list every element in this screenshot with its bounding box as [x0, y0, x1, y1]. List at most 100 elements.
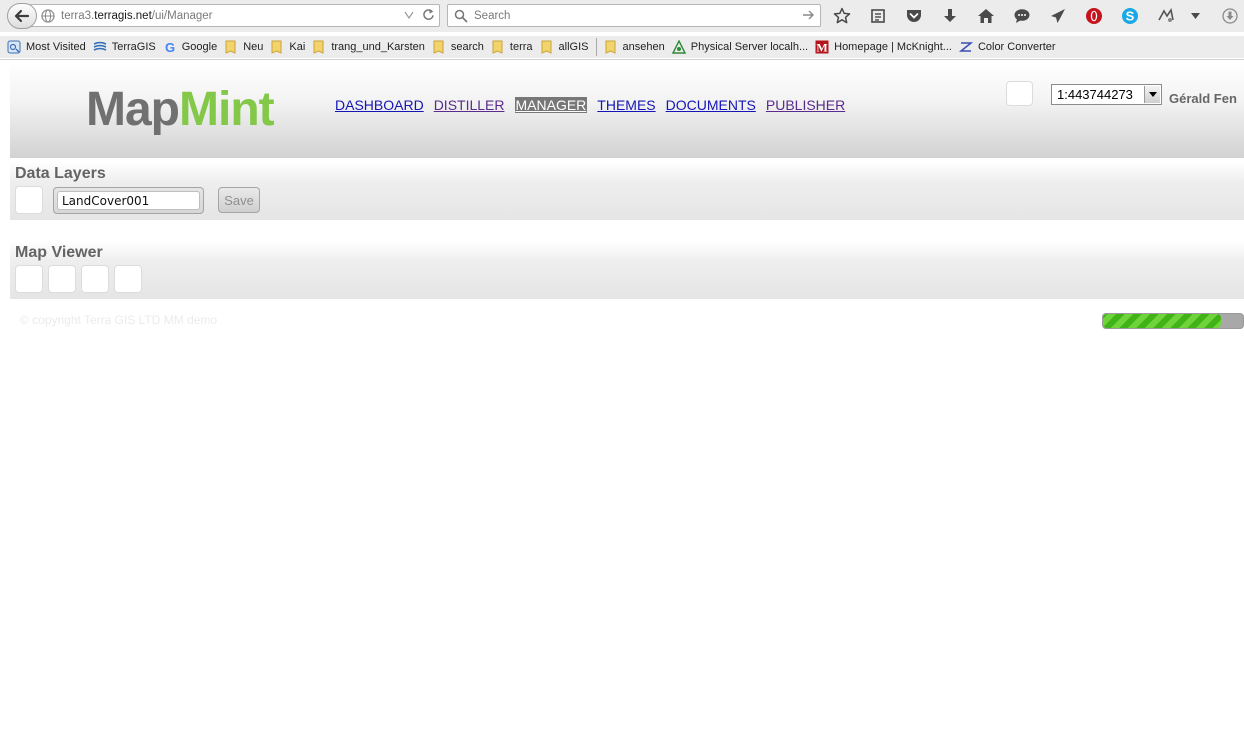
mcknight-icon: M	[815, 40, 829, 54]
bookmark-label: Physical Server localh...	[690, 41, 809, 53]
bookmark-folder-allgis[interactable]: allGIS	[540, 37, 589, 57]
bookmark-label: Google	[181, 41, 218, 53]
folder-icon	[433, 40, 444, 54]
folder-icon	[605, 40, 616, 54]
bookmark-label: ansehen	[622, 41, 665, 53]
save-button[interactable]: Save	[218, 187, 260, 213]
pocket-icon[interactable]	[902, 4, 926, 28]
svg-text:M: M	[816, 41, 827, 55]
bookmark-terragis[interactable]: TerraGIS	[93, 37, 156, 57]
mapmint-logo[interactable]: MapMint	[86, 83, 275, 136]
data-layers-panel: Data Layers Save	[10, 162, 1244, 220]
extension-icon[interactable]	[1154, 4, 1178, 28]
bookmark-color-converter[interactable]: Color Converter	[958, 37, 1056, 57]
bookmark-label: TerraGIS	[111, 41, 156, 53]
layer-name-input[interactable]	[57, 191, 200, 210]
map-viewer-title: Map Viewer	[15, 244, 103, 261]
nav-distiller[interactable]: DISTILLER	[434, 97, 505, 113]
reload-icon[interactable]	[422, 8, 435, 21]
search-icon	[454, 9, 468, 23]
bookmark-star-icon[interactable]	[830, 4, 854, 28]
back-button[interactable]	[7, 3, 37, 29]
scale-select[interactable]: 1:443744273	[1051, 84, 1162, 105]
bookmark-folder-search[interactable]: search	[432, 37, 484, 57]
browser-toolbar: S	[830, 4, 1244, 28]
folder-icon	[313, 40, 324, 54]
url-path: /ui/Manager	[151, 9, 213, 22]
url-host: terragis.net	[94, 9, 152, 22]
dropdown-arrow-icon[interactable]	[404, 11, 414, 19]
data-layers-tool-button[interactable]	[15, 186, 43, 214]
svg-text:S: S	[1126, 9, 1135, 24]
server-icon	[671, 40, 686, 54]
search-go-arrow-icon[interactable]	[801, 8, 815, 22]
folder-icon	[271, 40, 282, 54]
chat-icon[interactable]	[1010, 4, 1034, 28]
bookmark-mcknight-homepage[interactable]: M Homepage | McKnight...	[815, 37, 952, 57]
bookmark-folder-kai[interactable]: Kai	[270, 37, 305, 57]
bookmark-label: search	[450, 41, 484, 53]
url-tools	[404, 8, 435, 21]
skype-icon[interactable]: S	[1118, 4, 1142, 28]
most-visited-icon	[7, 40, 21, 54]
scale-dropdown-arrow-icon[interactable]	[1144, 86, 1160, 103]
bookmark-label: Color Converter	[977, 41, 1056, 53]
search-input[interactable]: Search	[474, 10, 510, 22]
browser-navbar: terra3.terragis.net/ui/Manager Search S	[0, 0, 1244, 32]
color-converter-icon	[958, 42, 973, 52]
bookmark-label: Kai	[289, 41, 306, 53]
map-viewer-panel: Map Viewer	[10, 241, 1244, 299]
bookmark-separator	[595, 38, 597, 56]
bookmark-physical-server[interactable]: Physical Server localh...	[671, 37, 809, 57]
bookmark-folder-trang-und-karsten[interactable]: trang_und_Karsten	[312, 37, 425, 57]
url-text: terra3.terragis.net/ui/Manager	[61, 10, 213, 22]
main-nav: DASHBOARD DISTILLER MANAGER THEMES DOCUM…	[335, 97, 855, 113]
logo-map: Map	[86, 83, 180, 136]
map-viewer-tool-3[interactable]	[81, 265, 109, 293]
bookmark-label: Homepage | McKnight...	[834, 41, 952, 53]
search-bar[interactable]: Search	[447, 4, 821, 27]
map-viewer-tool-4[interactable]	[114, 265, 142, 293]
nav-manager[interactable]: MANAGER	[514, 97, 588, 113]
bookmark-label: allGIS	[558, 41, 589, 53]
bookmark-google[interactable]: G Google	[163, 37, 218, 57]
map-viewer-tool-2[interactable]	[48, 265, 76, 293]
bookmark-label: terra	[509, 41, 533, 53]
data-layers-title: Data Layers	[15, 165, 106, 182]
url-bar[interactable]: terra3.terragis.net/ui/Manager	[30, 4, 440, 27]
bookmark-folder-terra[interactable]: terra	[491, 37, 533, 57]
bookmark-folder-ansehen[interactable]: ansehen	[604, 37, 665, 57]
download-icon[interactable]	[938, 4, 962, 28]
send-icon[interactable]	[1046, 4, 1070, 28]
bookmarks-bar: Most Visited TerraGIS G Google Neu Kai t…	[0, 36, 1244, 58]
app-header: MapMint DASHBOARD DISTILLER MANAGER THEM…	[10, 60, 1244, 158]
logo-mint: Mint	[179, 83, 275, 136]
nav-themes[interactable]: THEMES	[597, 97, 655, 113]
menu-dropdown-icon[interactable]	[1190, 4, 1200, 28]
bookmark-most-visited[interactable]: Most Visited	[7, 37, 86, 57]
header-tool-button[interactable]	[1006, 81, 1033, 106]
map-viewer-tool-1[interactable]	[15, 265, 43, 293]
terragis-icon	[93, 41, 107, 51]
bookmark-folder-neu[interactable]: Neu	[224, 37, 263, 57]
home-icon[interactable]	[974, 4, 998, 28]
reading-list-icon[interactable]	[866, 4, 890, 28]
folder-icon	[225, 40, 236, 54]
nav-publisher[interactable]: PUBLISHER	[766, 97, 845, 113]
opera-icon[interactable]	[1082, 4, 1106, 28]
svg-text:G: G	[165, 40, 175, 54]
progress-fill	[1103, 314, 1221, 328]
scale-value: 1:443744273	[1057, 87, 1133, 102]
back-arrow-icon	[14, 9, 30, 23]
layer-name-field-wrapper	[53, 187, 204, 214]
bookmark-label: Neu	[243, 41, 264, 53]
nav-dashboard[interactable]: DASHBOARD	[335, 97, 424, 113]
url-prefix: terra3.	[61, 9, 95, 22]
globe-icon	[41, 8, 55, 23]
user-name[interactable]: Gérald Fen	[1169, 91, 1237, 106]
nav-documents[interactable]: DOCUMENTS	[666, 97, 756, 113]
bookmark-label: trang_und_Karsten	[331, 41, 425, 53]
google-icon: G	[165, 40, 175, 54]
loading-progress-bar	[1102, 313, 1244, 329]
download-status-icon[interactable]	[1218, 4, 1242, 28]
